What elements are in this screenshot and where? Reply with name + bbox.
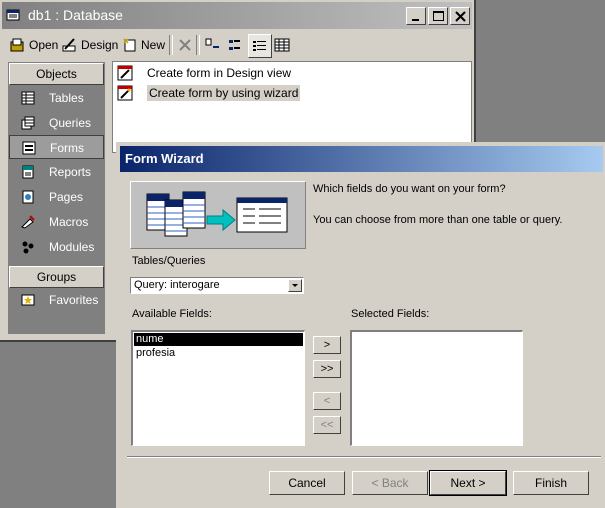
object-label: Queries (49, 116, 92, 130)
maximize-button[interactable] (428, 7, 448, 25)
object-label: Pages (49, 190, 84, 204)
small-icons-icon (229, 40, 240, 50)
create-form-design-icon (117, 65, 133, 81)
open-label: Open (29, 38, 59, 52)
new-icon (123, 38, 136, 52)
small-icons-button[interactable] (225, 34, 247, 56)
tables-queries-label: Tables/Queries (132, 255, 206, 267)
object-item-tables[interactable]: Tables (9, 86, 104, 110)
module-icon (22, 241, 34, 254)
toolbar-separator (169, 35, 173, 55)
selected-fields-label: Selected Fields: (351, 308, 430, 320)
objects-bar: Objects Tables Queries Forms Reports Pag… (8, 62, 105, 334)
open-button[interactable]: Open (8, 34, 60, 56)
form-wizard-dialog: Form Wizard Which fields do you want on … (116, 142, 605, 508)
list-view-button[interactable] (248, 34, 272, 58)
wizard-question: Which fields do you want on your form? (313, 183, 506, 195)
tables-queries-value: Query: interogare (134, 279, 220, 291)
close-icon (455, 11, 466, 22)
design-button[interactable]: Design (60, 34, 120, 56)
cancel-button[interactable]: Cancel (269, 471, 345, 495)
database-icon (6, 9, 20, 21)
object-label: Tables (49, 91, 84, 105)
tables-queries-select[interactable]: Query: interogare (130, 277, 304, 294)
group-label: Favorites (49, 293, 99, 307)
object-item-reports[interactable]: Reports (9, 160, 104, 184)
close-button[interactable] (450, 7, 470, 25)
back-button[interactable]: < Back (352, 471, 428, 495)
forms-list: Create form in Design view Create form b… (112, 61, 472, 153)
database-window-title: db1 : Database (28, 7, 123, 23)
details-view-icon (274, 38, 290, 52)
available-fields-label: Available Fields: (132, 308, 212, 320)
maximize-icon (433, 11, 444, 21)
database-toolbar: Open Design New (2, 31, 472, 59)
database-title-bar[interactable]: db1 : Database (2, 2, 472, 29)
divider (127, 456, 601, 458)
wizard-illustration (130, 181, 306, 249)
add-field-button[interactable]: > (313, 336, 341, 354)
page-icon (22, 190, 34, 204)
favorites-icon (21, 294, 35, 306)
delete-button[interactable] (175, 34, 195, 56)
list-item[interactable]: profesia (134, 347, 303, 360)
list-item-wizard[interactable]: Create form by using wizard (117, 83, 301, 103)
selected-fields-list[interactable] (350, 330, 523, 446)
list-view-icon (253, 41, 266, 51)
list-item[interactable]: nume (134, 333, 303, 346)
open-icon (10, 38, 24, 52)
design-icon (62, 38, 76, 52)
object-item-modules[interactable]: Modules (9, 235, 104, 259)
report-icon (22, 165, 34, 179)
table-icon (21, 91, 35, 105)
wizard-title: Form Wizard (125, 151, 204, 166)
group-item-favorites[interactable]: Favorites (9, 288, 104, 312)
object-item-queries[interactable]: Queries (9, 111, 104, 135)
object-label: Macros (49, 215, 89, 229)
create-form-wizard-icon (117, 85, 133, 101)
object-item-forms[interactable]: Forms (9, 135, 104, 159)
form-icon (22, 141, 36, 155)
object-item-pages[interactable]: Pages (9, 185, 104, 209)
wizard-hint: You can choose from more than one table … (313, 214, 563, 226)
object-label: Reports (49, 165, 92, 179)
wizard-title-bar[interactable]: Form Wizard (120, 146, 603, 172)
details-view-button[interactable] (271, 34, 293, 56)
remove-field-button[interactable]: < (313, 392, 341, 410)
chevron-down-icon (292, 284, 298, 287)
delete-icon (179, 39, 191, 51)
query-icon (21, 116, 35, 130)
macro-icon (21, 215, 35, 229)
list-item-label: Create form in Design view (147, 66, 292, 80)
next-button[interactable]: Next > (429, 470, 507, 496)
design-label: Design (81, 38, 119, 52)
list-item-design-view[interactable]: Create form in Design view (117, 63, 291, 83)
minimize-button[interactable] (406, 7, 426, 25)
fields-illustration-icon (146, 191, 288, 237)
add-all-fields-button[interactable]: >> (313, 360, 341, 378)
new-button[interactable]: New (120, 34, 167, 56)
toolbar-separator (196, 35, 200, 55)
remove-all-fields-button[interactable]: << (313, 416, 341, 434)
new-label: New (141, 38, 166, 52)
available-fields-list[interactable]: nume profesia (131, 330, 305, 446)
finish-button[interactable]: Finish (513, 471, 589, 495)
list-item-label: Create form by using wizard (147, 85, 301, 101)
object-item-macros[interactable]: Macros (9, 210, 104, 234)
large-icons-icon (205, 38, 219, 48)
objects-header[interactable]: Objects (9, 63, 104, 85)
dropdown-button[interactable] (288, 279, 302, 292)
object-label: Forms (50, 141, 84, 155)
minimize-icon (412, 19, 419, 21)
groups-header[interactable]: Groups (9, 266, 104, 288)
large-icons-button[interactable] (201, 34, 223, 56)
object-label: Modules (49, 240, 95, 254)
